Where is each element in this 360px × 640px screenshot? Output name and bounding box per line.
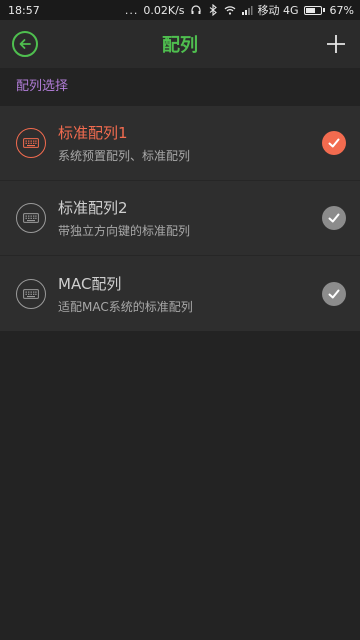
check-icon[interactable]: [322, 131, 346, 155]
bluetooth-icon: [209, 4, 217, 16]
layout-list: 标准配列1 系统预置配列、标准配列 标准配列2 带独立方向键的标准配列 MAC配…: [0, 106, 360, 331]
status-bar: 18:57 ... 0.02K/s 移动 4G 67%: [0, 0, 360, 20]
layout-item-text: 标准配列2 带独立方向键的标准配列: [58, 197, 322, 239]
layout-item-title: 标准配列1: [58, 124, 128, 142]
app-header: 配列: [0, 20, 360, 68]
status-time: 18:57: [8, 3, 40, 17]
layout-item-description: 系统预置配列、标准配列: [58, 149, 191, 163]
battery-icon: [303, 5, 325, 15]
layout-item-description: 适配MAC系统的标准配列: [58, 299, 193, 314]
add-button[interactable]: [324, 32, 348, 56]
headphones-icon: [190, 5, 201, 14]
keyboard-icon: [16, 278, 46, 309]
network-speed: 0.02K/s: [143, 3, 185, 17]
back-arrow-icon: [19, 39, 31, 49]
layout-item-1[interactable]: 标准配列1 系统预置配列、标准配列: [0, 106, 360, 181]
page-title: 配列: [162, 35, 198, 56]
layout-item-3[interactable]: MAC配列 适配MAC系统的标准配列: [0, 256, 360, 331]
layout-item-description: 带独立方向键的标准配列: [58, 224, 191, 238]
layout-item-title: 标准配列2: [58, 199, 128, 217]
section-label: 配列选择: [0, 68, 360, 106]
wifi-icon: [224, 6, 235, 15]
layout-item-text: 标准配列1 系统预置配列、标准配列: [58, 122, 322, 164]
check-icon[interactable]: [322, 281, 346, 306]
carrier-label: 移动 4G: [257, 4, 299, 17]
plus-icon: [327, 35, 345, 53]
layout-item-title: MAC配列: [58, 274, 122, 293]
keyboard-icon: [16, 203, 46, 233]
layout-item-2[interactable]: 标准配列2 带独立方向键的标准配列: [0, 181, 360, 256]
layout-item-text: MAC配列 适配MAC系统的标准配列: [58, 273, 322, 315]
keyboard-icon: [16, 128, 46, 158]
status-dots: ...: [124, 3, 139, 17]
back-button[interactable]: [12, 31, 38, 57]
check-icon[interactable]: [322, 206, 346, 230]
battery-percent: 67%: [329, 3, 354, 17]
status-indicators: ... 0.02K/s 移动 4G 67%: [125, 2, 354, 18]
signal-icon: [241, 6, 253, 15]
